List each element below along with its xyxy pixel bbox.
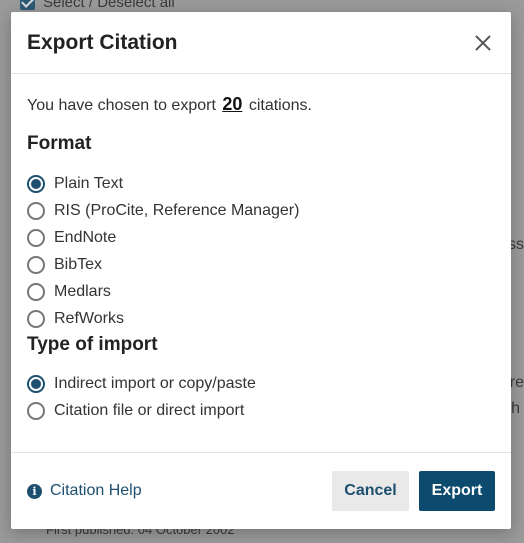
import-type-heading: Type of import bbox=[27, 334, 158, 355]
dialog-title: Export Citation bbox=[27, 30, 178, 54]
export-summary-prefix: You have chosen to export bbox=[27, 97, 216, 114]
select-all-label: Select / Deselect all bbox=[43, 0, 175, 11]
radio-checked-icon[interactable] bbox=[27, 174, 45, 193]
info-icon: i bbox=[27, 483, 42, 499]
radio-unchecked-icon[interactable] bbox=[27, 309, 45, 328]
format-option-bibtex[interactable]: BibTex bbox=[27, 251, 495, 278]
radio-unchecked-icon[interactable] bbox=[27, 282, 45, 301]
export-citation-dialog: Export Citation You have chosen to expor… bbox=[11, 12, 511, 529]
format-option-medlars[interactable]: Medlars bbox=[27, 278, 495, 305]
format-option-label: Plain Text bbox=[54, 174, 124, 192]
export-summary-suffix: citations. bbox=[248, 97, 312, 114]
import-option-label: Indirect import or copy/paste bbox=[54, 374, 256, 392]
export-summary: You have chosen to export 20 citations. bbox=[27, 94, 495, 115]
import-option-direct[interactable]: Citation file or direct import bbox=[27, 397, 495, 424]
export-button[interactable]: Export bbox=[419, 471, 495, 511]
dialog-footer: i Citation Help Cancel Export bbox=[11, 452, 511, 529]
format-option-label: RefWorks bbox=[54, 309, 124, 327]
radio-checked-icon[interactable] bbox=[27, 374, 45, 393]
format-option-plain-text[interactable]: Plain Text bbox=[27, 170, 495, 197]
format-options: Plain Text RIS (ProCite, Reference Manag… bbox=[27, 170, 495, 332]
import-type-options: Indirect import or copy/paste Citation f… bbox=[27, 370, 495, 424]
format-option-label: BibTex bbox=[54, 255, 103, 273]
format-option-label: Medlars bbox=[54, 282, 111, 300]
radio-unchecked-icon[interactable] bbox=[27, 228, 45, 247]
radio-unchecked-icon[interactable] bbox=[27, 401, 45, 420]
format-option-refworks[interactable]: RefWorks bbox=[27, 305, 495, 332]
dialog-actions: Cancel Export bbox=[332, 471, 495, 511]
format-option-endnote[interactable]: EndNote bbox=[27, 224, 495, 251]
select-all-checkbox bbox=[20, 0, 35, 10]
format-option-ris[interactable]: RIS (ProCite, Reference Manager) bbox=[27, 197, 495, 224]
radio-unchecked-icon[interactable] bbox=[27, 255, 45, 274]
citation-help-label: Citation Help bbox=[50, 482, 142, 499]
close-icon[interactable] bbox=[471, 31, 495, 55]
format-option-label: EndNote bbox=[54, 228, 117, 246]
format-heading: Format bbox=[27, 133, 92, 154]
select-all-toggle: Select / Deselect all bbox=[20, 0, 175, 11]
cancel-button[interactable]: Cancel bbox=[332, 471, 409, 511]
citation-help-link[interactable]: i Citation Help bbox=[27, 482, 142, 500]
dialog-header: Export Citation bbox=[11, 12, 511, 74]
format-option-label: RIS (ProCite, Reference Manager) bbox=[54, 201, 300, 219]
citation-count: 20 bbox=[222, 94, 243, 114]
background-text-fragment: h bbox=[511, 400, 520, 417]
import-option-label: Citation file or direct import bbox=[54, 401, 245, 419]
radio-unchecked-icon[interactable] bbox=[27, 201, 45, 220]
import-option-indirect[interactable]: Indirect import or copy/paste bbox=[27, 370, 495, 397]
dialog-body: You have chosen to export 20 citations. … bbox=[11, 74, 511, 424]
